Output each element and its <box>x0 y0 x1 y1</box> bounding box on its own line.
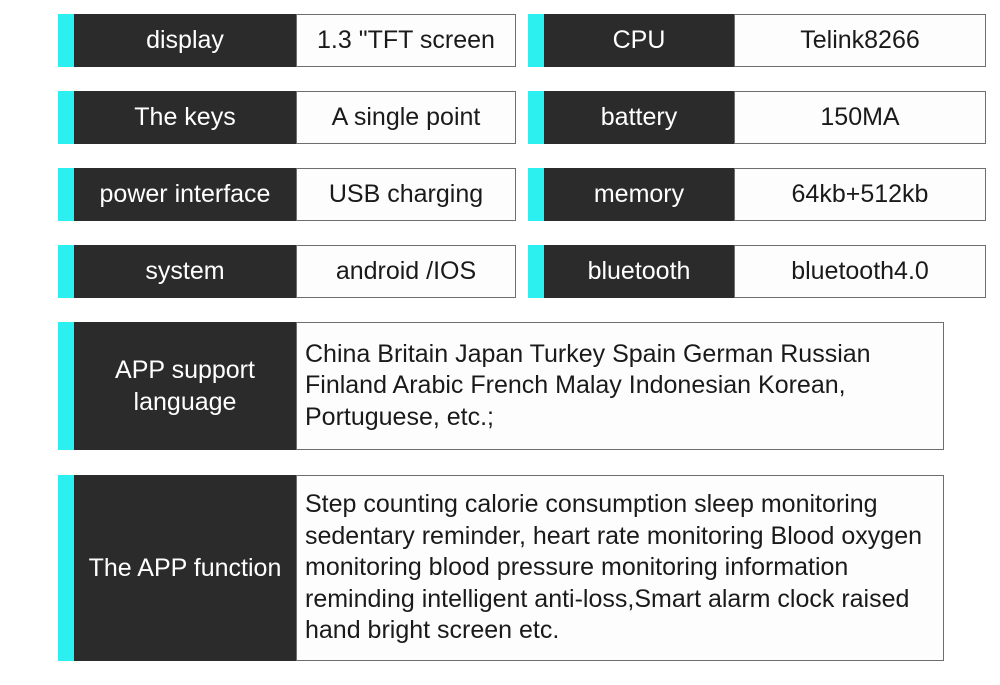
spec-value: USB charging <box>296 168 516 221</box>
spec-row-bluetooth: bluetooth bluetooth4.0 <box>528 245 986 298</box>
spec-row-cpu: CPU Telink8266 <box>528 14 986 67</box>
spec-label: CPU <box>544 14 734 67</box>
spec-label: memory <box>544 168 734 221</box>
accent-bar-icon <box>58 14 74 67</box>
spec-label: system <box>74 245 296 298</box>
spec-value-container: China Britain Japan Turkey Spain German … <box>296 322 944 450</box>
spec-label: display <box>74 14 296 67</box>
spec-value: bluetooth4.0 <box>734 245 986 298</box>
spec-row-power-interface: power interface USB charging <box>58 168 516 221</box>
accent-bar-icon <box>528 91 544 144</box>
spec-label: power interface <box>74 168 296 221</box>
spec-value: Telink8266 <box>734 14 986 67</box>
accent-bar-icon <box>58 322 74 450</box>
spec-wide-rows: APP support language China Britain Japan… <box>58 322 944 672</box>
spec-label: The keys <box>74 91 296 144</box>
spec-column-left: display 1.3 "TFT screen The keys A singl… <box>58 14 516 322</box>
accent-bar-icon <box>528 245 544 298</box>
accent-bar-icon <box>528 14 544 67</box>
spec-row-the-keys: The keys A single point <box>58 91 516 144</box>
spec-value: 1.3 "TFT screen <box>296 14 516 67</box>
spec-value: android /IOS <box>296 245 516 298</box>
accent-bar-icon <box>58 475 74 661</box>
spec-value-container: Step counting calorie consumption sleep … <box>296 475 944 661</box>
spec-grid: display 1.3 "TFT screen The keys A singl… <box>0 14 1000 322</box>
spec-value: Step counting calorie consumption sleep … <box>305 490 923 645</box>
spec-label: battery <box>544 91 734 144</box>
spec-value: 64kb+512kb <box>734 168 986 221</box>
spec-row-display: display 1.3 "TFT screen <box>58 14 516 67</box>
spec-label: The APP function <box>74 475 296 661</box>
spec-row-memory: memory 64kb+512kb <box>528 168 986 221</box>
specification-sheet: display 1.3 "TFT screen The keys A singl… <box>0 0 1000 685</box>
accent-bar-icon <box>528 168 544 221</box>
spec-row-the-app-function: The APP function Step counting calorie c… <box>58 475 944 661</box>
spec-value: China Britain Japan Turkey Spain German … <box>305 339 871 431</box>
spec-row-battery: battery 150MA <box>528 91 986 144</box>
spec-column-right: CPU Telink8266 battery 150MA memory 64kb… <box>528 14 986 322</box>
accent-bar-icon <box>58 168 74 221</box>
spec-value: 150MA <box>734 91 986 144</box>
spec-row-app-support-language: APP support language China Britain Japan… <box>58 322 944 450</box>
accent-bar-icon <box>58 91 74 144</box>
spec-label: APP support language <box>74 322 296 450</box>
spec-value: A single point <box>296 91 516 144</box>
spec-row-system: system android /IOS <box>58 245 516 298</box>
spec-label: bluetooth <box>544 245 734 298</box>
accent-bar-icon <box>58 245 74 298</box>
